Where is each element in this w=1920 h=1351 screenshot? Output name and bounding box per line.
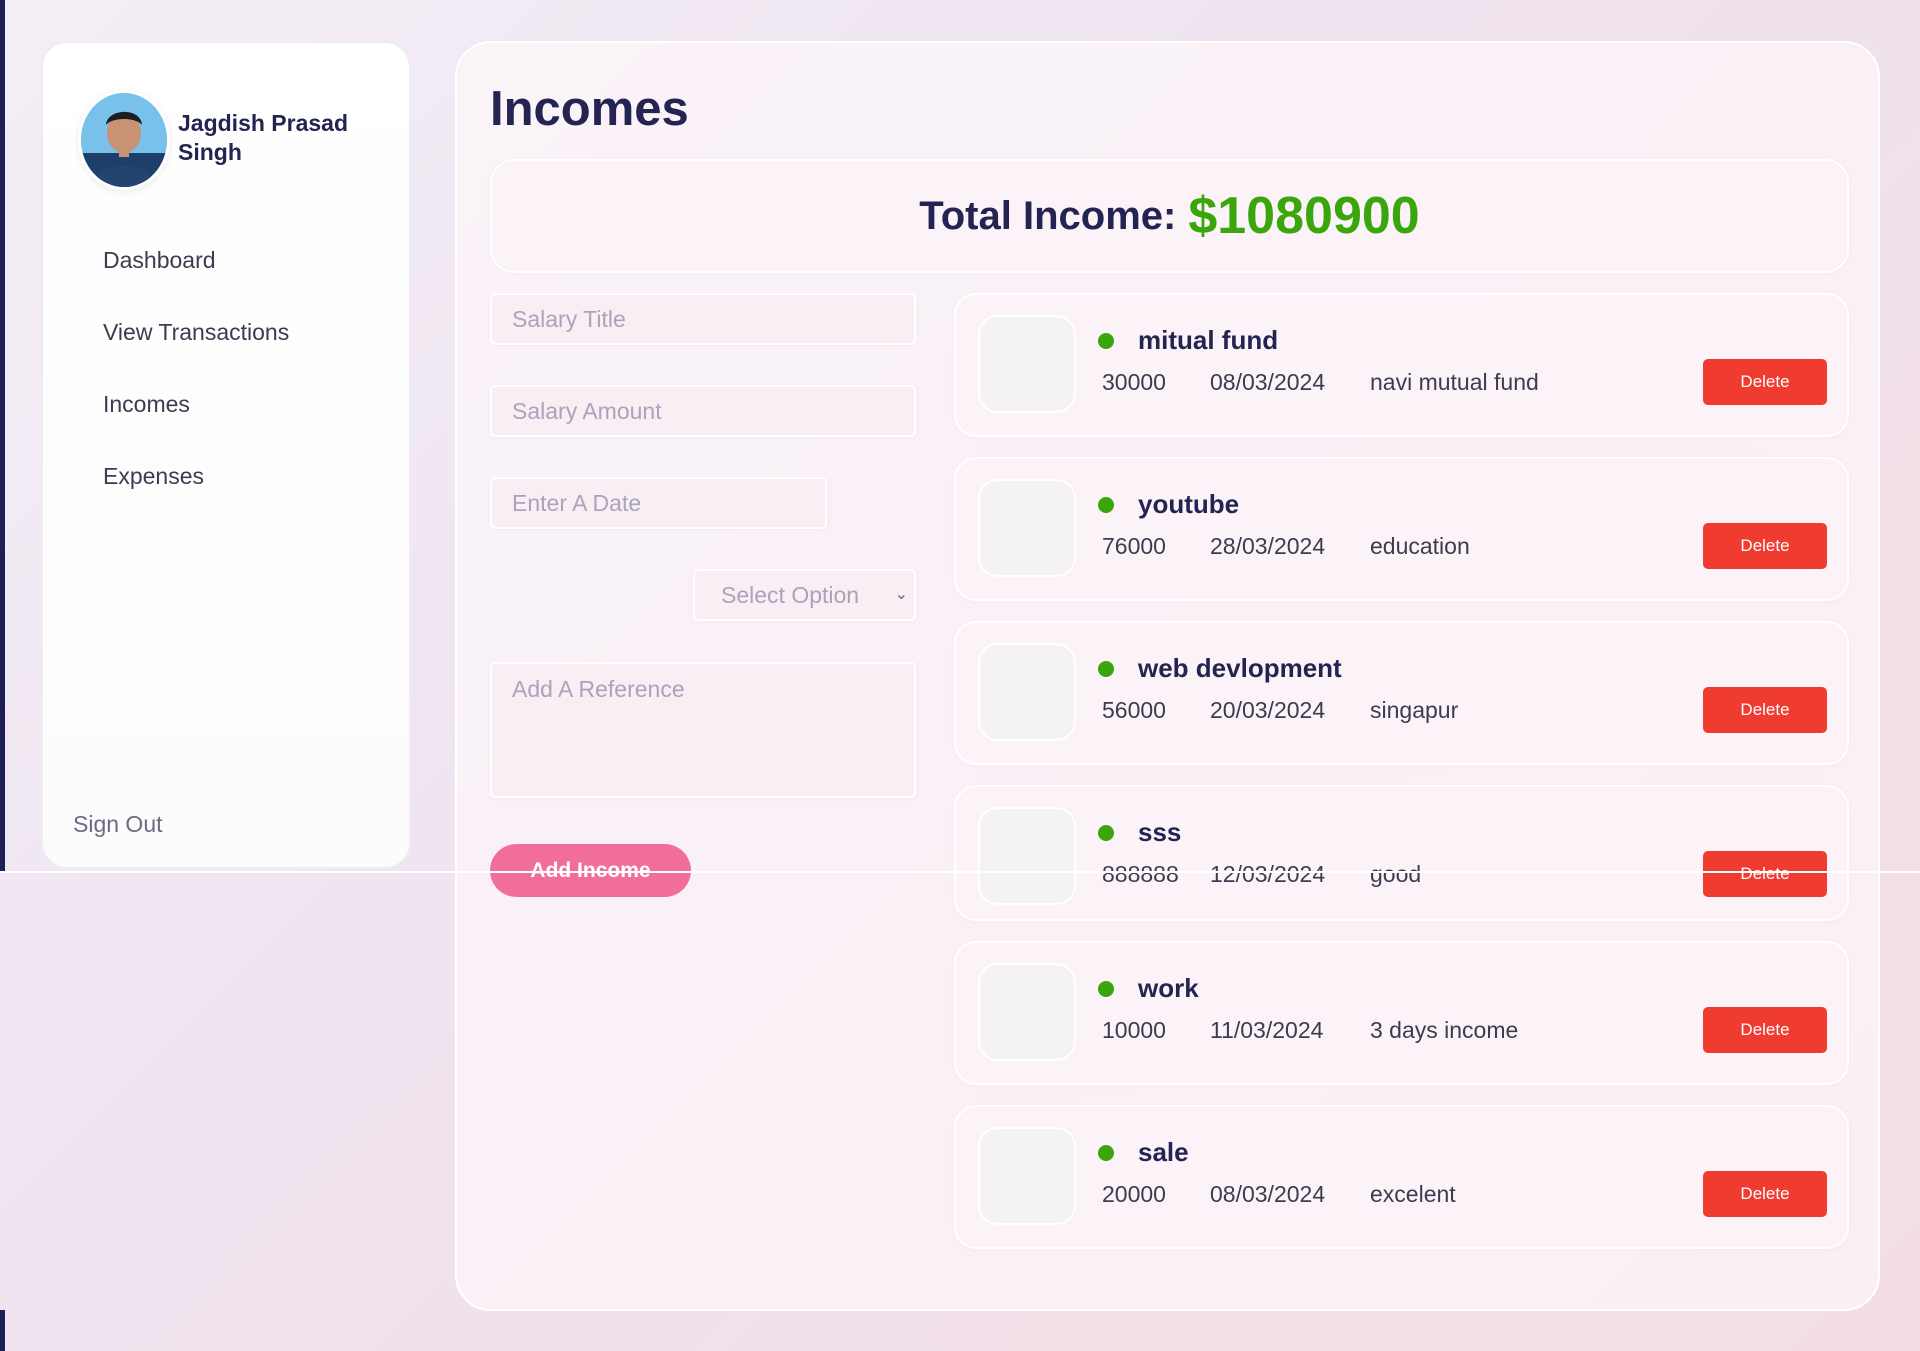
reference-textarea[interactable] <box>490 662 916 798</box>
delete-button[interactable]: Delete <box>1703 1171 1827 1217</box>
income-title: web devlopment <box>1138 653 1342 683</box>
sidebar-item-view-transactions[interactable]: View Transactions <box>103 319 289 391</box>
status-dot-icon <box>1098 333 1114 349</box>
page-title: Incomes <box>490 82 689 136</box>
render-seam-divider <box>0 871 1920 873</box>
income-amount: 56000 <box>1102 697 1166 723</box>
income-item: youtube 76000 28/03/2024 education Delet… <box>954 457 1849 601</box>
income-title: sale <box>1138 1137 1189 1167</box>
income-date: 28/03/2024 <box>1210 533 1326 559</box>
delete-button[interactable]: Delete <box>1703 687 1827 733</box>
income-category-icon <box>978 479 1076 577</box>
income-amount: 10000 <box>1102 1017 1166 1043</box>
status-dot-icon <box>1098 1145 1114 1161</box>
income-title: work <box>1138 973 1199 1003</box>
income-amount: 888888 <box>1102 861 1179 887</box>
status-dot-icon <box>1098 825 1114 841</box>
left-edge-bar <box>0 0 5 872</box>
income-reference: excelent <box>1370 1181 1456 1207</box>
income-item: web devlopment 56000 20/03/2024 singapur… <box>954 621 1849 765</box>
income-reference: education <box>1370 533 1470 559</box>
income-amount: 20000 <box>1102 1181 1166 1207</box>
sidebar: Jagdish Prasad Singh Dashboard View Tran… <box>41 41 411 869</box>
status-dot-icon <box>1098 981 1114 997</box>
salary-amount-input[interactable] <box>490 385 916 437</box>
income-date: 20/03/2024 <box>1210 697 1326 723</box>
sidebar-item-incomes[interactable]: Incomes <box>103 391 289 463</box>
delete-button[interactable]: Delete <box>1703 359 1827 405</box>
income-reference: good <box>1370 861 1422 887</box>
income-category-icon <box>978 963 1076 1061</box>
delete-button[interactable]: Delete <box>1703 851 1827 897</box>
income-date: 12/03/2024 <box>1210 861 1326 887</box>
income-category-icon <box>978 807 1076 905</box>
income-category-icon <box>978 643 1076 741</box>
income-date: 08/03/2024 <box>1210 1181 1326 1207</box>
delete-button[interactable]: Delete <box>1703 1007 1827 1053</box>
total-income-value: $1080900 <box>1188 187 1420 245</box>
category-select[interactable]: Select Option ⌄ <box>693 569 916 621</box>
avatar-photo-icon <box>81 93 167 187</box>
income-reference: navi mutual fund <box>1370 369 1539 395</box>
sign-out-button[interactable]: Sign Out <box>73 811 163 838</box>
income-category-icon <box>978 1127 1076 1225</box>
income-item: mitual fund 30000 08/03/2024 navi mutual… <box>954 293 1849 437</box>
income-reference: 3 days income <box>1370 1017 1519 1043</box>
delete-button[interactable]: Delete <box>1703 523 1827 569</box>
income-category-icon <box>978 315 1076 413</box>
income-title: sss <box>1138 817 1182 847</box>
sidebar-item-expenses[interactable]: Expenses <box>103 463 289 535</box>
income-item: sss 888888 12/03/2024 good Delete <box>954 785 1849 921</box>
income-title: youtube <box>1138 489 1240 519</box>
total-income-label: Total Income: <box>919 193 1177 238</box>
income-amount: 76000 <box>1102 533 1166 559</box>
user-avatar[interactable] <box>78 90 170 190</box>
income-date: 08/03/2024 <box>1210 369 1326 395</box>
sidebar-nav: Dashboard View Transactions Incomes Expe… <box>103 247 289 535</box>
income-item: work 10000 11/03/2024 3 days income Dele… <box>954 941 1849 1085</box>
total-income-card: Total Income: $1080900 <box>490 159 1849 273</box>
status-dot-icon <box>1098 661 1114 677</box>
main-panel: Incomes Total Income: $1080900 Select Op… <box>455 41 1880 1311</box>
category-select-label: Select Option <box>721 582 860 608</box>
income-amount: 30000 <box>1102 369 1166 395</box>
income-list: mitual fund 30000 08/03/2024 navi mutual… <box>954 293 1849 1269</box>
income-item: sale 20000 08/03/2024 excelent Delete <box>954 1105 1849 1249</box>
income-reference: singapur <box>1370 697 1459 723</box>
sidebar-item-dashboard[interactable]: Dashboard <box>103 247 289 319</box>
income-date: 11/03/2024 <box>1210 1017 1324 1043</box>
income-title: mitual fund <box>1138 325 1279 355</box>
user-name: Jagdish Prasad Singh <box>178 110 349 165</box>
date-input[interactable] <box>490 477 827 529</box>
status-dot-icon <box>1098 497 1114 513</box>
salary-title-input[interactable] <box>490 293 916 345</box>
chevron-down-icon: ⌄ <box>894 586 908 603</box>
left-edge-bar <box>0 1310 5 1351</box>
